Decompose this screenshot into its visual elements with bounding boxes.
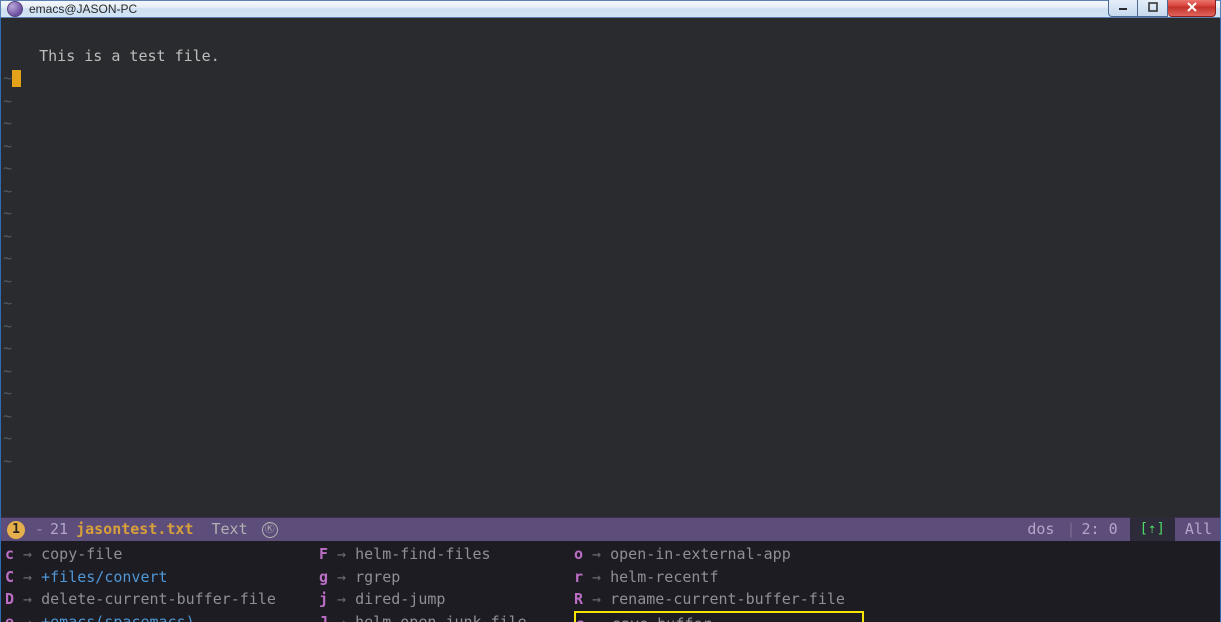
which-key-command: +files/convert [41, 568, 167, 586]
empty-line-marker: ~ [3, 450, 1220, 473]
empty-line-marker: ~ [3, 427, 1220, 450]
empty-line-marker: ~ [3, 382, 1220, 405]
which-key-command: delete-current-buffer-file [41, 590, 276, 608]
window-titlebar: emacs@JASON-PC [0, 0, 1221, 18]
which-key-row: c → copy-fileF → helm-find-fileso → open… [5, 543, 1220, 566]
window-title: emacs@JASON-PC [29, 2, 137, 16]
empty-line-marker: ~ [3, 315, 1220, 338]
which-key-key: D [5, 590, 14, 608]
arrow-icon: → [583, 590, 610, 608]
which-key-row: D → delete-current-buffer-filej → dired-… [5, 588, 1220, 611]
empty-line-marker: ~ [3, 67, 1220, 90]
modeline-position: 2: 0 [1081, 518, 1117, 541]
cursor [12, 70, 21, 87]
which-key-item[interactable]: D → delete-current-buffer-file [5, 588, 319, 611]
which-key-row: C → +files/convertg → rgrepr → helm-rece… [5, 566, 1220, 589]
which-key-command: rgrep [355, 568, 400, 586]
empty-line-marker: ~ [3, 337, 1220, 360]
which-key-key: R [574, 590, 583, 608]
which-key-item[interactable]: e → +emacs(spacemacs) [5, 611, 319, 622]
which-key-key: J [319, 613, 328, 622]
window-minimize-button[interactable] [1108, 0, 1138, 17]
which-key-command: open-in-external-app [610, 545, 791, 563]
arrow-icon: → [14, 545, 41, 563]
arrow-icon: → [14, 613, 41, 622]
empty-line-marker: ~ [3, 202, 1220, 225]
which-key-key: o [574, 545, 583, 563]
modeline-circle-icon: Ⓚ [262, 522, 278, 538]
arrow-icon: → [328, 545, 355, 563]
arrow-icon: → [14, 568, 41, 586]
which-key-key: C [5, 568, 14, 586]
modeline-major-mode[interactable]: Text [212, 518, 248, 541]
which-key-key: g [319, 568, 328, 586]
which-key-item[interactable]: c → copy-file [5, 543, 319, 566]
window-number-badge: 1 [7, 521, 25, 539]
which-key-command: save-buffer [612, 615, 711, 622]
which-key-command: rename-current-buffer-file [610, 590, 845, 608]
arrow-icon: → [14, 590, 41, 608]
which-key-key: s [576, 615, 585, 622]
which-key-item[interactable]: r → helm-recentf [574, 566, 864, 589]
modeline-percent: All [1181, 518, 1220, 541]
empty-line-marker: ~ [3, 112, 1220, 135]
empty-line-marker: ~ [3, 292, 1220, 315]
which-key-item[interactable]: R → rename-current-buffer-file [574, 588, 864, 611]
which-key-key: e [5, 613, 14, 622]
arrow-icon: → [583, 545, 610, 563]
text-buffer[interactable]: This is a test file. ~~~~~~~~~~~~~~~~~~ [1, 18, 1220, 517]
empty-line-marker: ~ [3, 405, 1220, 428]
app-icon [7, 1, 23, 17]
which-key-command: dired-jump [355, 590, 445, 608]
empty-line-marker: ~ [3, 225, 1220, 248]
arrow-icon: → [583, 568, 610, 586]
arrow-icon: → [328, 568, 355, 586]
which-key-item[interactable]: F → helm-find-files [319, 543, 574, 566]
which-key-item[interactable]: o → open-in-external-app [574, 543, 864, 566]
which-key-key: j [319, 590, 328, 608]
which-key-command: +emacs(spacemacs) [41, 613, 195, 622]
empty-line-marker: ~ [3, 157, 1220, 180]
which-key-command: copy-file [41, 545, 122, 563]
arrow-icon: → [585, 615, 612, 622]
which-key-panel: c → copy-fileF → helm-find-fileso → open… [1, 541, 1220, 622]
window-maximize-button[interactable] [1138, 0, 1168, 17]
emacs-frame: This is a test file. ~~~~~~~~~~~~~~~~~~ … [0, 18, 1221, 622]
which-key-command: helm-find-files [355, 545, 490, 563]
which-key-item[interactable]: C → +files/convert [5, 566, 319, 589]
empty-line-marker: ~ [3, 270, 1220, 293]
which-key-key: r [574, 568, 583, 586]
which-key-item-highlighted[interactable]: s → save-buffer [574, 611, 864, 622]
which-key-row: e → +emacs(spacemacs)J → helm-open-junk-… [5, 611, 1220, 622]
empty-line-marker: ~ [3, 135, 1220, 158]
window-close-button[interactable] [1168, 0, 1216, 17]
empty-line-marker: ~ [3, 90, 1220, 113]
empty-line-marker: ~ [3, 180, 1220, 203]
modeline-encoding: dos [1027, 518, 1054, 541]
which-key-command: helm-recentf [610, 568, 718, 586]
modeline-filename[interactable]: jasontest.txt [76, 518, 193, 541]
which-key-item[interactable]: J → helm-open-junk-file [319, 611, 574, 622]
arrow-icon: → [328, 613, 355, 622]
modeline-size: 21 [50, 518, 68, 541]
modeline-vc-indicator: [⇡] [1130, 517, 1175, 542]
which-key-item[interactable]: j → dired-jump [319, 588, 574, 611]
modeline-modified: - [35, 518, 44, 541]
empty-line-marker: ~ [3, 247, 1220, 270]
which-key-item[interactable]: g → rgrep [319, 566, 574, 589]
which-key-key: c [5, 545, 14, 563]
arrow-icon: → [328, 590, 355, 608]
which-key-key: F [319, 545, 328, 563]
empty-line-marker: ~ [3, 360, 1220, 383]
buffer-line: This is a test file. [39, 47, 220, 65]
mode-line: 1 - 21 jasontest.txt Text Ⓚ dos | 2: 0 [… [1, 517, 1220, 541]
which-key-command: helm-open-junk-file [355, 613, 527, 622]
